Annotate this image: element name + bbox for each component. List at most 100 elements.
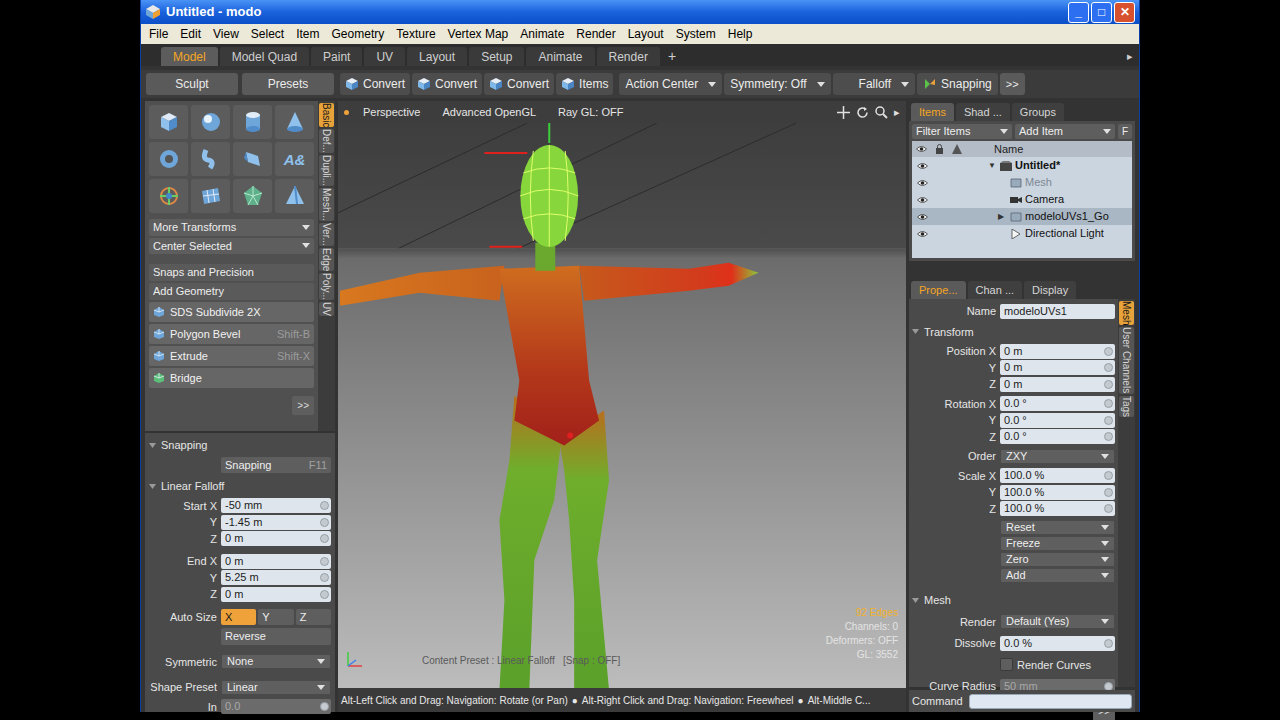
tool-button[interactable]	[191, 105, 230, 139]
snapping-toggle[interactable]: Snapping	[917, 73, 998, 95]
pan-icon[interactable]	[837, 106, 850, 119]
palette-tool-row[interactable]: Bridge	[149, 368, 314, 388]
palette-button[interactable]: Presets	[242, 73, 334, 95]
render-curves-checkbox[interactable]	[1000, 658, 1013, 671]
palette-tool-row[interactable]: Polygon BevelShift-B	[149, 324, 314, 344]
convert-button[interactable]: Convert	[340, 73, 410, 95]
rotate-icon[interactable]	[856, 106, 869, 119]
layout-tab[interactable]: Model Quad	[220, 47, 309, 66]
transform-action-dropdown[interactable]: Freeze	[1000, 536, 1115, 551]
palette-dropdown[interactable]: More Transforms	[149, 219, 314, 236]
items-tab[interactable]: Items	[911, 103, 954, 121]
transform-value-field[interactable]: 0.0 °	[1000, 429, 1115, 444]
falloff-value-field[interactable]: 0 m	[221, 587, 331, 602]
item-expand-toggle[interactable]: ▼	[988, 160, 997, 172]
auto-size-axis[interactable]: X	[221, 609, 256, 626]
layout-tab[interactable]: Render	[597, 47, 660, 66]
transform-value-field[interactable]: 100.0 %	[1000, 501, 1115, 516]
menu-item[interactable]: Select	[245, 25, 290, 43]
auto-size-axis[interactable]: Y	[258, 609, 293, 626]
menu-item[interactable]: Render	[570, 25, 621, 43]
side-tab[interactable]: Ver...	[319, 223, 334, 246]
side-tab[interactable]: Mesh...	[319, 188, 334, 221]
layout-tab[interactable]: Animate	[526, 47, 594, 66]
add-tab-button[interactable]: +	[662, 47, 682, 66]
viewport-menu-dot-icon[interactable]	[344, 110, 349, 115]
window-control-button[interactable]: □	[1091, 2, 1112, 23]
section-toggle-icon[interactable]	[149, 442, 156, 449]
falloff-value-field[interactable]: -50 mm	[221, 498, 331, 513]
reverse-button[interactable]: Reverse	[221, 628, 331, 645]
add-item-dropdown[interactable]: Add Item	[1015, 124, 1115, 139]
item-name-field[interactable]: modeloUVs1	[1000, 304, 1115, 319]
window-control-button[interactable]: ✕	[1114, 2, 1135, 23]
section-toggle-icon[interactable]	[912, 328, 919, 335]
menu-item[interactable]: Edit	[174, 25, 207, 43]
menu-item[interactable]: System	[670, 25, 722, 43]
section-toggle-icon[interactable]	[149, 483, 156, 490]
item-expand-toggle[interactable]: ▶	[998, 211, 1007, 223]
palette-dropdown[interactable]: Center Selected	[149, 238, 314, 255]
dissolve-field[interactable]: 0.0 %	[1000, 636, 1115, 651]
menu-item[interactable]: Animate	[514, 25, 570, 43]
shading-mode[interactable]: Advanced OpenGL	[434, 104, 544, 121]
item-row[interactable]: Camera	[912, 191, 1132, 208]
convert-button[interactable]: Convert	[412, 73, 482, 95]
tool-button[interactable]	[149, 179, 188, 213]
snapping-section-header[interactable]: Snapping	[149, 437, 331, 454]
visibility-eye-icon[interactable]	[917, 196, 928, 204]
tool-button[interactable]	[233, 142, 272, 176]
menu-item[interactable]: Texture	[390, 25, 441, 43]
render-dropdown[interactable]: Default (Yes)	[1000, 614, 1115, 629]
properties-tab[interactable]: Chan ...	[968, 281, 1023, 299]
falloff-value-field[interactable]: 5.25 m	[221, 570, 331, 585]
visibility-eye-icon[interactable]	[917, 179, 928, 187]
scene-render[interactable]	[338, 123, 906, 688]
zoom-icon[interactable]	[875, 106, 888, 119]
tool-button[interactable]	[149, 142, 188, 176]
menu-item[interactable]: Item	[290, 25, 325, 43]
toolbar-more-button[interactable]: >>	[1000, 73, 1025, 95]
menu-item[interactable]: Layout	[622, 25, 670, 43]
tool-button[interactable]	[149, 105, 188, 139]
transform-value-field[interactable]: 0.0 °	[1000, 413, 1115, 428]
properties-tab[interactable]: Prope...	[911, 281, 966, 299]
menu-item[interactable]: Help	[722, 25, 759, 43]
transform-value-field[interactable]: 0 m	[1000, 360, 1115, 375]
transform-value-field[interactable]: 0 m	[1000, 377, 1115, 392]
rotation-order-dropdown[interactable]: ZXY	[1000, 449, 1115, 464]
transform-value-field[interactable]: 100.0 %	[1000, 485, 1115, 500]
window-control-button[interactable]: _	[1068, 2, 1089, 23]
transform-section-header[interactable]: Transform	[912, 324, 1115, 341]
transform-action-dropdown[interactable]: Add	[1000, 568, 1115, 583]
view-type[interactable]: Perspective	[355, 104, 428, 121]
viewport[interactable]: 92 EdgesChannels: 0Deformers: OFFGL: 355…	[338, 123, 906, 688]
convert-button[interactable]: Items	[556, 73, 613, 95]
side-tab[interactable]: Tags	[1119, 396, 1134, 417]
falloff-dropdown[interactable]: None	[221, 654, 331, 669]
palette-section-header[interactable]: Snaps and Precision	[149, 264, 314, 281]
toolbar-dropdown[interactable]: Symmetry: Off	[724, 73, 830, 95]
tool-button[interactable]	[191, 179, 230, 213]
items-tab[interactable]: Shad ...	[956, 103, 1010, 121]
visibility-eye-icon[interactable]	[917, 230, 928, 238]
layout-tab[interactable]: Layout	[407, 47, 467, 66]
transform-value-field[interactable]: 0.0 °	[1000, 396, 1115, 411]
side-tab[interactable]: Basic	[319, 103, 334, 127]
item-row[interactable]: Mesh	[912, 174, 1132, 191]
falloff-dropdown[interactable]: Linear	[221, 680, 331, 695]
layout-tab[interactable]: UV	[364, 47, 405, 66]
tool-button[interactable]	[275, 105, 314, 139]
toolbar-dropdown[interactable]: Action Center	[619, 73, 722, 95]
menu-item[interactable]: Vertex Map	[442, 25, 515, 43]
transform-value-field[interactable]: 0 m	[1000, 344, 1115, 359]
transform-action-dropdown[interactable]: Reset	[1000, 520, 1115, 535]
menu-item[interactable]: View	[207, 25, 245, 43]
palette-tool-row[interactable]: SDS Subdivide 2X	[149, 302, 314, 322]
section-toggle-icon[interactable]	[912, 597, 919, 604]
toolbar-dropdown[interactable]: Falloff	[833, 73, 915, 95]
item-row[interactable]: ▼Untitled*	[912, 157, 1132, 174]
tool-button[interactable]	[191, 142, 230, 176]
falloff-value-field[interactable]: 0 m	[221, 554, 331, 569]
viewport-options-arrow[interactable]: ▸	[894, 104, 900, 121]
